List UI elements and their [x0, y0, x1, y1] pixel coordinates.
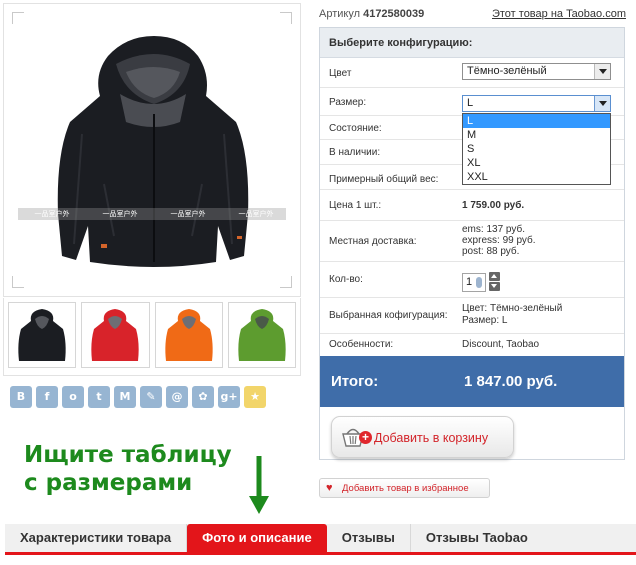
twitter-icon[interactable]: t: [88, 386, 110, 408]
sku-value: 4172580039: [363, 8, 425, 20]
jacket-image: [57, 36, 249, 267]
google-plus-icon[interactable]: g+: [218, 386, 240, 408]
row-selected-config: Выбранная кофигурация: Цвет: Тёмно-зелён…: [320, 298, 624, 334]
size-option-xl[interactable]: XL: [463, 156, 610, 170]
chevron-down-icon[interactable]: [594, 96, 610, 111]
ya-icon[interactable]: ✿: [192, 386, 214, 408]
mailru-icon[interactable]: @: [166, 386, 188, 408]
heart-icon: ♥: [326, 482, 333, 494]
taobao-link[interactable]: Этот товар на Taobao.com: [492, 8, 626, 20]
selected-size: Размер: L: [462, 315, 508, 326]
delivery-post: post: 88 руб.: [462, 246, 520, 257]
delivery-label: Местная доставка:: [329, 236, 417, 247]
add-to-favorites-button[interactable]: ♥ Добавить товар в избранное: [319, 478, 490, 498]
thumbnail-red[interactable]: [81, 302, 150, 368]
add-to-favorites-label: Добавить товар в избранное: [342, 483, 469, 494]
microphone-icon[interactable]: [476, 277, 482, 288]
row-price: Цена 1 шт.: 1 759.00 руб.: [320, 190, 624, 221]
moimir-icon[interactable]: М: [114, 386, 136, 408]
sku-line: Артикул 4172580039: [319, 8, 424, 20]
size-option-l[interactable]: L: [463, 114, 610, 128]
delivery-express: express: 99 руб.: [462, 235, 536, 246]
chevron-down-icon[interactable]: [594, 64, 610, 79]
livejournal-icon[interactable]: ✎: [140, 386, 162, 408]
total-value: 1 847.00 руб.: [464, 373, 558, 390]
main-product-photo[interactable]: 一品室户外 一品室户外 一品室户外 一品室户外: [3, 3, 301, 297]
bookmark-star-icon[interactable]: ★: [244, 386, 266, 408]
facebook-icon[interactable]: f: [36, 386, 58, 408]
sku-label: Артикул: [319, 8, 361, 20]
arrow-down-icon: [249, 456, 269, 514]
thumbnail-green[interactable]: [227, 302, 296, 368]
delivery-ems: ems: 137 руб.: [462, 224, 525, 235]
condition-label: Состояние:: [329, 123, 382, 134]
size-select-value: L: [467, 97, 474, 109]
color-label: Цвет: [329, 68, 352, 79]
row-features: Особенности: Discount, Taobao: [320, 334, 624, 356]
tab-reviews[interactable]: Отзывы: [327, 524, 411, 552]
product-tabs: Характеристики товара Фото и описание От…: [5, 524, 636, 555]
selected-config-label: Выбранная кофигурация:: [329, 310, 448, 321]
price-value: 1 759.00 руб.: [462, 200, 525, 211]
total-label: Итого:: [331, 373, 379, 390]
size-option-s[interactable]: S: [463, 142, 610, 156]
thumbnail-orange[interactable]: [154, 302, 223, 368]
plus-icon: +: [359, 431, 372, 444]
odnoklassniki-icon[interactable]: о: [62, 386, 84, 408]
size-option-xxl[interactable]: XXL: [463, 170, 610, 184]
thumbnail-strip: [3, 298, 301, 376]
hint-line-1: Ищите таблицу: [24, 442, 232, 468]
color-select-value: Тёмно-зелёный: [467, 65, 547, 77]
config-panel: Выберите конфигурацию: Цвет Тёмно-зелёны…: [319, 27, 625, 460]
size-table-hint: Ищите таблицу с размерами: [24, 441, 232, 497]
watermark-strip: 一品室户外 一品室户外 一品室户外 一品室户外: [18, 208, 286, 220]
tab-characteristics[interactable]: Характеристики товара: [5, 524, 188, 552]
features-value: Discount, Taobao: [462, 339, 540, 350]
selected-color: Цвет: Тёмно-зелёный: [462, 303, 563, 314]
quantity-label: Кол-во:: [329, 274, 363, 285]
quantity-input[interactable]: 1: [462, 273, 486, 292]
watermark-text: 一品室户外: [238, 210, 274, 218]
features-label: Особенности:: [329, 339, 394, 350]
decrement-icon[interactable]: [489, 282, 500, 291]
tab-photo-description[interactable]: Фото и описание: [187, 524, 327, 552]
vk-icon[interactable]: B: [10, 386, 32, 408]
size-label: Размер:: [329, 97, 367, 108]
config-heading: Выберите конфигурацию:: [320, 28, 624, 58]
hint-line-2: с размерами: [24, 470, 193, 496]
tab-taobao-reviews[interactable]: Отзывы Taobao: [411, 524, 543, 552]
stock-label: В наличии:: [329, 147, 381, 158]
color-select[interactable]: Тёмно-зелёный: [462, 63, 611, 80]
weight-label: Примерный общий вес:: [329, 174, 439, 185]
price-label: Цена 1 шт.:: [329, 200, 382, 211]
watermark-text: 一品室户外: [34, 210, 70, 218]
add-to-cart-button[interactable]: + Добавить в корзину: [331, 416, 514, 458]
row-delivery: Местная доставка: ems: 137 руб. express:…: [320, 221, 624, 262]
watermark-text: 一品室户外: [170, 210, 206, 218]
social-share-bar: B f о t М ✎ @ ✿ g+ ★: [10, 386, 266, 408]
size-select[interactable]: L: [462, 95, 611, 112]
watermark-text: 一品室户外: [102, 210, 138, 218]
quantity-stepper[interactable]: [489, 272, 500, 291]
quantity-value: 1: [466, 276, 473, 288]
thumbnail-black[interactable]: [8, 302, 77, 368]
increment-icon[interactable]: [489, 272, 500, 281]
size-dropdown-list[interactable]: L M S XL XXL: [462, 113, 611, 185]
total-bar: Итого: 1 847.00 руб.: [320, 356, 624, 407]
size-option-m[interactable]: M: [463, 128, 610, 142]
add-to-cart-label: Добавить в корзину: [374, 431, 489, 445]
